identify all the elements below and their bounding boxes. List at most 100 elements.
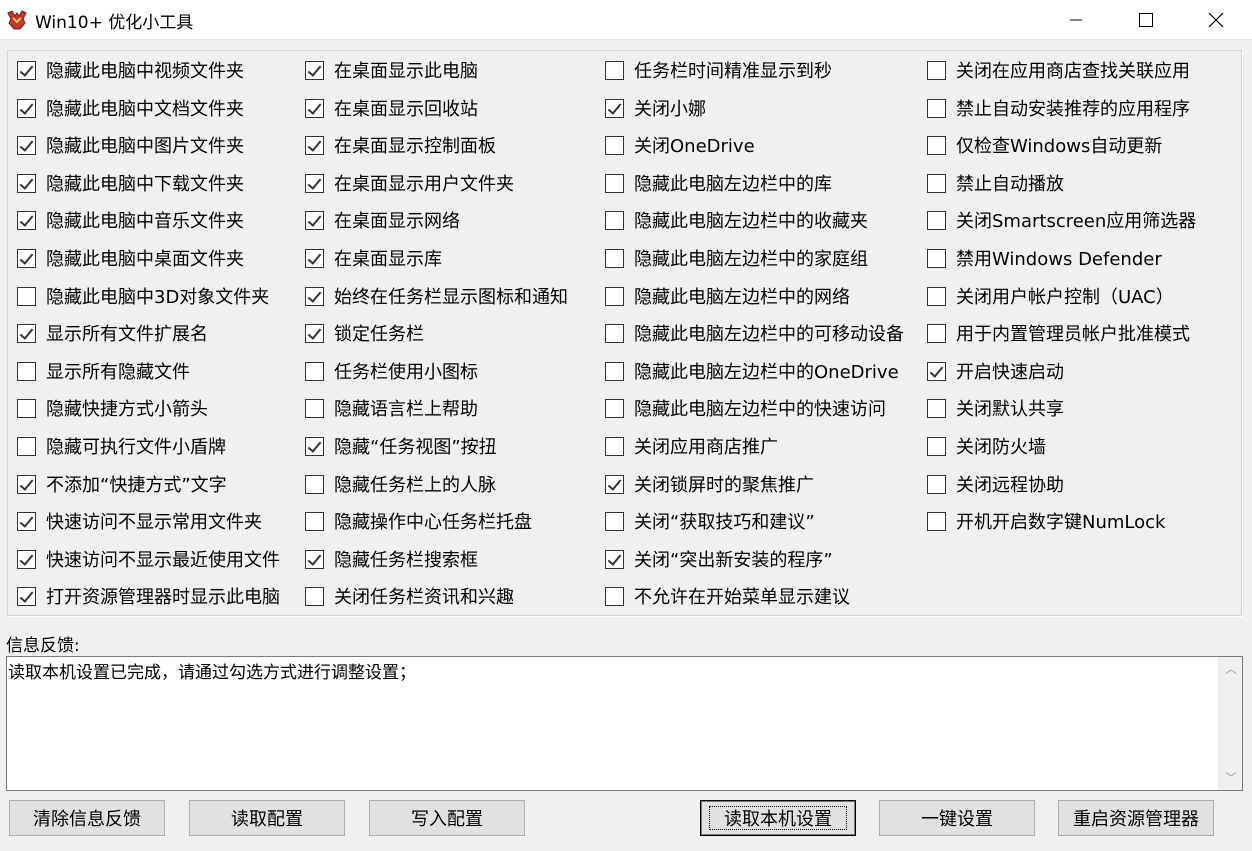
checkbox-unchecked[interactable]: [605, 398, 624, 418]
checkbox-checked[interactable]: [17, 135, 36, 155]
option-col2-4[interactable]: 在桌面显示用户文件夹: [305, 171, 514, 195]
checkbox-unchecked[interactable]: [927, 323, 946, 343]
option-col2-7[interactable]: 始终在任务栏显示图标和通知: [305, 284, 568, 308]
option-col1-8[interactable]: 显示所有文件扩展名: [17, 321, 208, 345]
checkbox-unchecked[interactable]: [605, 511, 624, 531]
option-col2-6[interactable]: 在桌面显示库: [305, 246, 442, 270]
checkbox-unchecked[interactable]: [927, 248, 946, 268]
checkbox-unchecked[interactable]: [927, 436, 946, 456]
option-col4-1[interactable]: 关闭在应用商店查找关联应用: [927, 58, 1190, 82]
maximize-button[interactable]: [1111, 0, 1181, 40]
option-col1-4[interactable]: 隐藏此电脑中下载文件夹: [17, 171, 244, 195]
checkbox-unchecked[interactable]: [605, 173, 624, 193]
option-col1-2[interactable]: 隐藏此电脑中文档文件夹: [17, 96, 244, 120]
checkbox-checked[interactable]: [305, 135, 324, 155]
checkbox-unchecked[interactable]: [605, 286, 624, 306]
read-local-settings-button[interactable]: 读取本机设置: [700, 800, 856, 836]
option-col2-14[interactable]: 隐藏任务栏搜索框: [305, 547, 478, 571]
option-col3-2[interactable]: 关闭小娜: [605, 96, 706, 120]
option-col4-7[interactable]: 关闭用户帐户控制（UAC）: [927, 284, 1174, 308]
scroll-down-icon[interactable]: ﹀: [1223, 770, 1239, 786]
checkbox-checked[interactable]: [605, 474, 624, 494]
option-col2-5[interactable]: 在桌面显示网络: [305, 208, 460, 232]
checkbox-unchecked[interactable]: [17, 361, 36, 381]
checkbox-checked[interactable]: [17, 210, 36, 230]
feedback-scrollbar[interactable]: ︿ ﹀: [1218, 657, 1242, 790]
checkbox-unchecked[interactable]: [605, 135, 624, 155]
checkbox-unchecked[interactable]: [305, 474, 324, 494]
checkbox-checked[interactable]: [17, 511, 36, 531]
option-col3-14[interactable]: 关闭“突出新安装的程序”: [605, 547, 833, 571]
option-col2-3[interactable]: 在桌面显示控制面板: [305, 133, 496, 157]
checkbox-unchecked[interactable]: [927, 398, 946, 418]
restart-explorer-button[interactable]: 重启资源管理器: [1058, 800, 1214, 836]
option-col3-3[interactable]: 关闭OneDrive: [605, 133, 755, 157]
option-col1-1[interactable]: 隐藏此电脑中视频文件夹: [17, 58, 244, 82]
option-col1-15[interactable]: 打开资源管理器时显示此电脑: [17, 584, 280, 608]
checkbox-checked[interactable]: [17, 474, 36, 494]
option-col2-13[interactable]: 隐藏操作中心任务栏托盘: [305, 509, 532, 533]
option-col3-1[interactable]: 任务栏时间精准显示到秒: [605, 58, 832, 82]
option-col4-12[interactable]: 关闭远程协助: [927, 472, 1064, 496]
read-config-button[interactable]: 读取配置: [189, 800, 345, 836]
option-col3-7[interactable]: 隐藏此电脑左边栏中的网络: [605, 284, 850, 308]
feedback-textbox[interactable]: 读取本机设置已完成，请通过勾选方式进行调整设置； ︿ ﹀: [6, 656, 1243, 791]
option-col4-11[interactable]: 关闭防火墙: [927, 434, 1046, 458]
write-config-button[interactable]: 写入配置: [369, 800, 525, 836]
checkbox-unchecked[interactable]: [927, 98, 946, 118]
close-button[interactable]: [1181, 0, 1251, 40]
checkbox-unchecked[interactable]: [927, 286, 946, 306]
checkbox-checked[interactable]: [605, 549, 624, 569]
checkbox-unchecked[interactable]: [17, 398, 36, 418]
checkbox-checked[interactable]: [305, 60, 324, 80]
checkbox-unchecked[interactable]: [305, 511, 324, 531]
option-col2-2[interactable]: 在桌面显示回收站: [305, 96, 478, 120]
checkbox-checked[interactable]: [17, 323, 36, 343]
option-col1-5[interactable]: 隐藏此电脑中音乐文件夹: [17, 208, 244, 232]
checkbox-checked[interactable]: [305, 286, 324, 306]
checkbox-checked[interactable]: [305, 323, 324, 343]
checkbox-unchecked[interactable]: [17, 436, 36, 456]
option-col3-10[interactable]: 隐藏此电脑左边栏中的快速访问: [605, 396, 886, 420]
checkbox-unchecked[interactable]: [305, 586, 324, 606]
option-col4-4[interactable]: 禁止自动播放: [927, 171, 1064, 195]
checkbox-unchecked[interactable]: [927, 210, 946, 230]
checkbox-checked[interactable]: [305, 436, 324, 456]
option-col2-15[interactable]: 关闭任务栏资讯和兴趣: [305, 584, 514, 608]
option-col3-12[interactable]: 关闭锁屏时的聚焦推广: [605, 472, 814, 496]
option-col1-14[interactable]: 快速访问不显示最近使用文件: [17, 547, 280, 571]
option-col2-1[interactable]: 在桌面显示此电脑: [305, 58, 478, 82]
checkbox-checked[interactable]: [305, 210, 324, 230]
checkbox-unchecked[interactable]: [17, 286, 36, 306]
option-col2-9[interactable]: 任务栏使用小图标: [305, 359, 478, 383]
option-col3-5[interactable]: 隐藏此电脑左边栏中的收藏夹: [605, 208, 868, 232]
option-col3-11[interactable]: 关闭应用商店推广: [605, 434, 778, 458]
checkbox-unchecked[interactable]: [605, 323, 624, 343]
checkbox-unchecked[interactable]: [605, 210, 624, 230]
checkbox-unchecked[interactable]: [927, 60, 946, 80]
checkbox-unchecked[interactable]: [605, 586, 624, 606]
checkbox-unchecked[interactable]: [927, 511, 946, 531]
option-col4-9[interactable]: 开启快速启动: [927, 359, 1064, 383]
option-col4-13[interactable]: 开机开启数字键NumLock: [927, 509, 1165, 533]
scroll-up-icon[interactable]: ︿: [1223, 661, 1239, 677]
checkbox-checked[interactable]: [305, 248, 324, 268]
option-col4-3[interactable]: 仅检查Windows自动更新: [927, 133, 1162, 157]
checkbox-checked[interactable]: [305, 173, 324, 193]
checkbox-unchecked[interactable]: [605, 436, 624, 456]
option-col3-8[interactable]: 隐藏此电脑左边栏中的可移动设备: [605, 321, 904, 345]
checkbox-checked[interactable]: [17, 586, 36, 606]
checkbox-unchecked[interactable]: [927, 135, 946, 155]
clear-feedback-button[interactable]: 清除信息反馈: [9, 800, 165, 836]
checkbox-unchecked[interactable]: [927, 173, 946, 193]
option-col3-9[interactable]: 隐藏此电脑左边栏中的OneDrive: [605, 359, 899, 383]
checkbox-checked[interactable]: [605, 98, 624, 118]
option-col4-8[interactable]: 用于内置管理员帐户批准模式: [927, 321, 1190, 345]
checkbox-checked[interactable]: [305, 549, 324, 569]
checkbox-unchecked[interactable]: [605, 60, 624, 80]
option-col2-10[interactable]: 隐藏语言栏上帮助: [305, 396, 478, 420]
checkbox-unchecked[interactable]: [605, 361, 624, 381]
option-col4-6[interactable]: 禁用Windows Defender: [927, 246, 1162, 270]
option-col1-13[interactable]: 快速访问不显示常用文件夹: [17, 509, 262, 533]
checkbox-unchecked[interactable]: [605, 248, 624, 268]
